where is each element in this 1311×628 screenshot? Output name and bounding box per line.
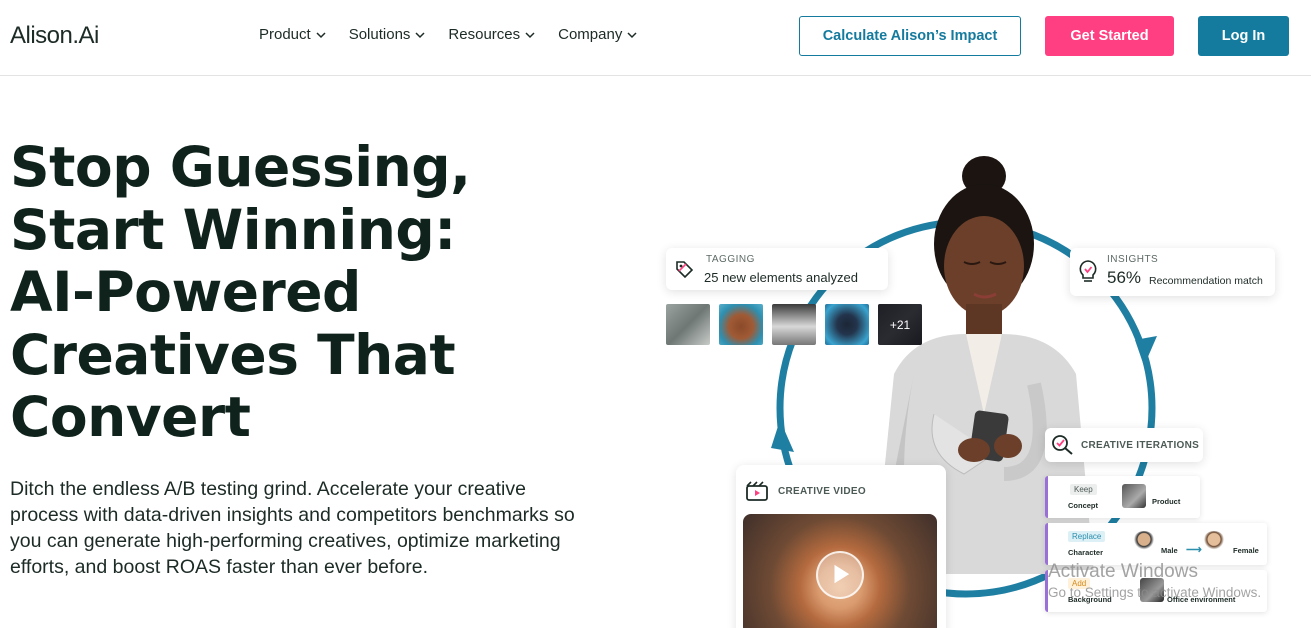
nav-label: Solutions <box>348 26 411 43</box>
nav-label: Resources <box>448 26 521 43</box>
nav-label: Company <box>558 26 623 43</box>
site-header: Alison.Ai Product Solutions Resources Co… <box>0 0 1311 76</box>
hero-visual: TAGGING 25 new elements analyzed +21 INS… <box>640 140 1311 628</box>
creative-video-card: CREATIVE VIDEO <box>736 465 946 628</box>
product-thumbnail <box>1122 484 1146 508</box>
lightbulb-icon <box>1079 260 1097 282</box>
magnifier-check-icon <box>1052 435 1073 455</box>
tagging-text: 25 new elements analyzed <box>704 270 858 285</box>
office-thumbnail <box>1140 578 1164 602</box>
insights-card: INSIGHTS 56% Recommendation match <box>1070 248 1275 296</box>
from-label: Male <box>1161 546 1178 555</box>
row-left-label: Concept <box>1068 501 1098 510</box>
calculate-impact-button[interactable]: Calculate Alison’s Impact <box>799 16 1021 56</box>
row-right-label: Product <box>1152 497 1181 506</box>
nav-item-solutions[interactable]: Solutions <box>349 26 427 43</box>
tagging-thumbnails: +21 <box>666 304 922 345</box>
creative-iterations-card: CREATIVE ITERATIONS <box>1045 428 1203 462</box>
nav-item-product[interactable]: Product <box>259 26 327 43</box>
iteration-row: Replace Character Male ⟶ Female <box>1045 523 1267 565</box>
login-button[interactable]: Log In <box>1198 16 1289 56</box>
iteration-row: Add Background Office environment <box>1045 570 1267 612</box>
hero-headline: Stop Guessing, Start Winning: AI-Powered… <box>10 136 570 449</box>
arrow-right-icon: ⟶ <box>1186 544 1202 556</box>
headline-line: Start Winning: <box>10 197 456 262</box>
thumbnail-image <box>772 304 816 345</box>
headline-line: AI-Powered <box>10 260 361 324</box>
headline-line: Creatives That <box>10 322 456 387</box>
hero-subtext: Ditch the endless A/B testing grind. Acc… <box>10 478 575 578</box>
thumbnail-image <box>719 304 763 345</box>
male-avatar <box>1132 531 1156 555</box>
insights-label: Recommendation match <box>1149 275 1263 287</box>
action-pill: Replace <box>1068 531 1106 542</box>
female-avatar <box>1202 531 1226 555</box>
action-pill: Keep <box>1070 484 1097 495</box>
tagging-title: TAGGING <box>706 254 755 265</box>
chevron-down-icon <box>627 31 637 38</box>
video-thumbnail[interactable] <box>743 514 937 628</box>
main-nav: Product Solutions Resources Company <box>259 26 638 43</box>
iterations-title: CREATIVE ITERATIONS <box>1081 440 1200 451</box>
video-title: CREATIVE VIDEO <box>778 486 866 497</box>
tagging-card: TAGGING 25 new elements analyzed <box>666 248 888 290</box>
headline-line: Convert <box>10 385 251 449</box>
nav-item-resources[interactable]: Resources <box>448 26 536 43</box>
chevron-down-icon <box>525 31 535 38</box>
headline-line: Stop Guessing, <box>10 135 471 199</box>
insights-value: 56% <box>1107 268 1142 287</box>
chevron-down-icon <box>415 31 425 38</box>
chevron-down-icon <box>316 31 326 38</box>
video-clapper-icon <box>746 481 768 501</box>
row-left-label: Character <box>1068 548 1104 557</box>
more-count: +21 <box>878 304 922 345</box>
row-left-label: Background <box>1068 595 1112 604</box>
thumbnail-image <box>825 304 869 345</box>
nav-label: Product <box>259 26 311 43</box>
iteration-row: Keep Concept Product <box>1045 476 1200 518</box>
insights-title: INSIGHTS <box>1107 254 1159 265</box>
action-pill: Add <box>1068 578 1091 589</box>
to-label: Female <box>1233 546 1259 555</box>
thumbnail-image <box>666 304 710 345</box>
get-started-button[interactable]: Get Started <box>1045 16 1174 56</box>
logo[interactable]: Alison.Ai <box>10 22 99 50</box>
tag-icon <box>676 261 694 279</box>
row-right-label: Office environment <box>1167 595 1236 604</box>
nav-item-company[interactable]: Company <box>558 26 638 43</box>
thumbnail-more[interactable]: +21 <box>878 304 922 345</box>
play-icon[interactable] <box>816 551 864 599</box>
